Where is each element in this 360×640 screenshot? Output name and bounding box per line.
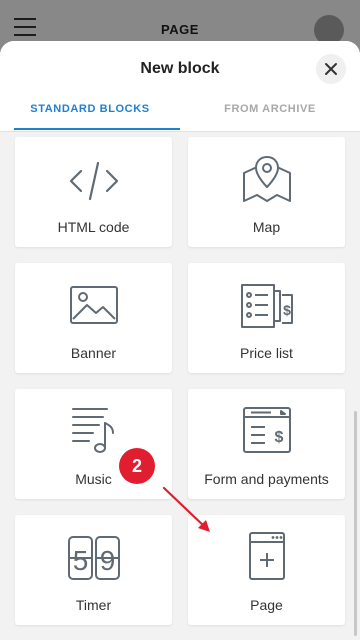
tab-standard-blocks[interactable]: STANDARD BLOCKS: [0, 103, 180, 115]
block-label: Map: [252, 219, 281, 235]
block-form-and-payments[interactable]: $ Form and payments: [188, 389, 345, 499]
page-add-icon: [248, 532, 285, 580]
active-tab-indicator: [14, 128, 180, 130]
new-block-sheet: New block STANDARD BLOCKS FROM ARCHIVE H…: [0, 41, 360, 640]
image-icon: [69, 286, 118, 324]
block-label: Price list: [240, 345, 293, 361]
svg-text:5: 5: [72, 545, 88, 576]
block-label: Page: [250, 597, 283, 613]
svg-text:$: $: [283, 302, 291, 318]
block-label: Timer: [75, 597, 112, 613]
block-map[interactable]: Map: [188, 137, 345, 247]
sheet-title: New block: [140, 60, 220, 77]
music-icon: [71, 408, 114, 453]
close-icon: [325, 63, 337, 75]
block-banner[interactable]: Banner: [15, 263, 172, 373]
map-pin-icon: [242, 156, 291, 202]
price-list-icon: $: [240, 284, 293, 328]
step-number-badge: 2: [119, 448, 155, 484]
svg-text:$: $: [274, 429, 283, 446]
block-label: Banner: [70, 345, 117, 361]
tab-from-archive[interactable]: FROM ARCHIVE: [180, 103, 360, 115]
scrollbar[interactable]: [354, 411, 357, 636]
timer-icon: 5 9: [67, 536, 120, 580]
annotation-arrow-icon: [162, 486, 210, 532]
block-music[interactable]: Music: [15, 389, 172, 499]
code-icon: [69, 161, 118, 201]
page-title: PAGE: [161, 22, 199, 37]
block-price-list[interactable]: $ Price list: [188, 263, 345, 373]
form-payment-icon: $: [242, 407, 291, 453]
block-html-code[interactable]: HTML code: [15, 137, 172, 247]
svg-text:9: 9: [99, 545, 115, 576]
block-timer[interactable]: 5 9 Timer: [15, 515, 172, 625]
block-label: HTML code: [57, 219, 130, 235]
close-button[interactable]: [316, 54, 346, 84]
sheet-header: New block STANDARD BLOCKS FROM ARCHIVE: [0, 41, 360, 132]
